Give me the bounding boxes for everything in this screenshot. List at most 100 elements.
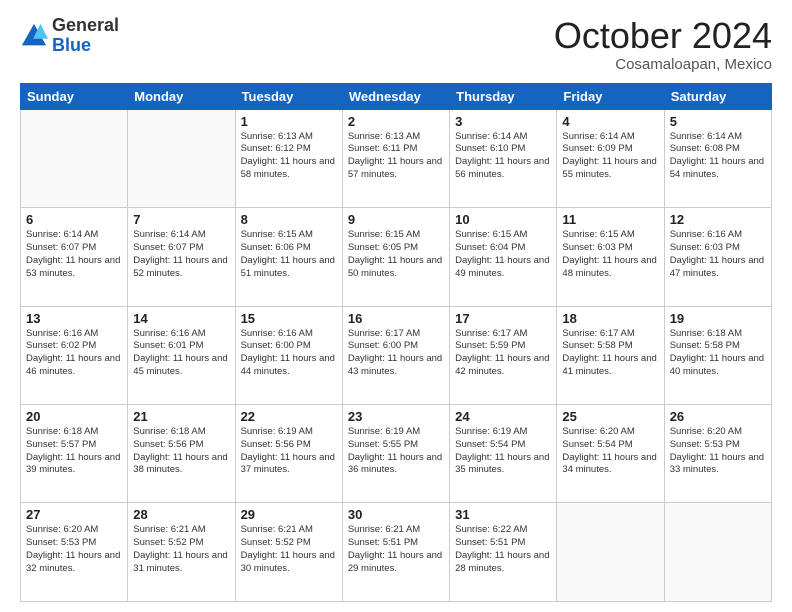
calendar-cell: 15Sunrise: 6:16 AMSunset: 6:00 PMDayligh… — [235, 306, 342, 404]
calendar-week-row: 20Sunrise: 6:18 AMSunset: 5:57 PMDayligh… — [21, 405, 772, 503]
calendar-cell — [128, 109, 235, 207]
calendar-day-header: Wednesday — [342, 83, 449, 109]
page: General Blue October 2024 Cosamaloapan, … — [0, 0, 792, 612]
day-number: 2 — [348, 114, 444, 129]
calendar-cell: 1Sunrise: 6:13 AMSunset: 6:12 PMDaylight… — [235, 109, 342, 207]
cell-content-line: Sunrise: 6:17 AM — [455, 328, 551, 341]
cell-content-line: Sunset: 5:57 PM — [26, 439, 122, 452]
day-number: 13 — [26, 311, 122, 326]
cell-content-line: Sunrise: 6:14 AM — [562, 131, 658, 144]
cell-content-line: Daylight: 11 hours and 39 minutes. — [26, 452, 122, 478]
calendar-cell — [664, 503, 771, 602]
day-number: 25 — [562, 409, 658, 424]
cell-content-line: Sunrise: 6:14 AM — [455, 131, 551, 144]
cell-content-line: Sunrise: 6:13 AM — [241, 131, 337, 144]
cell-content-line: Sunrise: 6:21 AM — [241, 524, 337, 537]
cell-content-line: Daylight: 11 hours and 31 minutes. — [133, 550, 229, 576]
cell-content-line: Sunrise: 6:21 AM — [133, 524, 229, 537]
calendar-cell: 31Sunrise: 6:22 AMSunset: 5:51 PMDayligh… — [450, 503, 557, 602]
cell-content-line: Sunset: 5:54 PM — [455, 439, 551, 452]
cell-content-line: Sunrise: 6:16 AM — [241, 328, 337, 341]
cell-content-line: Sunset: 6:06 PM — [241, 242, 337, 255]
day-number: 24 — [455, 409, 551, 424]
day-number: 20 — [26, 409, 122, 424]
calendar-day-header: Thursday — [450, 83, 557, 109]
cell-content-line: Sunrise: 6:16 AM — [133, 328, 229, 341]
calendar-cell: 27Sunrise: 6:20 AMSunset: 5:53 PMDayligh… — [21, 503, 128, 602]
day-number: 1 — [241, 114, 337, 129]
cell-content-line: Sunrise: 6:21 AM — [348, 524, 444, 537]
calendar-cell: 17Sunrise: 6:17 AMSunset: 5:59 PMDayligh… — [450, 306, 557, 404]
day-number: 28 — [133, 507, 229, 522]
cell-content-line: Daylight: 11 hours and 32 minutes. — [26, 550, 122, 576]
calendar-header-row: SundayMondayTuesdayWednesdayThursdayFrid… — [21, 83, 772, 109]
calendar-cell: 25Sunrise: 6:20 AMSunset: 5:54 PMDayligh… — [557, 405, 664, 503]
cell-content-line: Daylight: 11 hours and 30 minutes. — [241, 550, 337, 576]
cell-content-line: Sunset: 6:11 PM — [348, 143, 444, 156]
logo-text: General Blue — [52, 16, 119, 56]
calendar-cell: 24Sunrise: 6:19 AMSunset: 5:54 PMDayligh… — [450, 405, 557, 503]
cell-content-line: Sunset: 6:10 PM — [455, 143, 551, 156]
cell-content-line: Sunset: 5:54 PM — [562, 439, 658, 452]
cell-content-line: Daylight: 11 hours and 55 minutes. — [562, 156, 658, 182]
day-number: 22 — [241, 409, 337, 424]
calendar-cell: 12Sunrise: 6:16 AMSunset: 6:03 PMDayligh… — [664, 208, 771, 306]
cell-content-line: Sunrise: 6:17 AM — [348, 328, 444, 341]
cell-content-line: Sunrise: 6:15 AM — [455, 229, 551, 242]
cell-content-line: Sunset: 6:05 PM — [348, 242, 444, 255]
cell-content-line: Daylight: 11 hours and 49 minutes. — [455, 255, 551, 281]
day-number: 21 — [133, 409, 229, 424]
cell-content-line: Sunset: 6:08 PM — [670, 143, 766, 156]
calendar-cell: 20 Sunrise: 6:18 AMSunset: 5:57 PMDayligh… — [21, 405, 128, 503]
calendar-cell: 23Sunrise: 6:19 AMSunset: 5:55 PMDayligh… — [342, 405, 449, 503]
cell-content-line: Sunset: 6:00 PM — [241, 340, 337, 353]
cell-content-line: Sunrise: 6:18 AM — [26, 426, 122, 439]
cell-content-line: Daylight: 11 hours and 50 minutes. — [348, 255, 444, 281]
day-number: 19 — [670, 311, 766, 326]
header: General Blue October 2024 Cosamaloapan, … — [20, 16, 772, 73]
calendar-cell: 18Sunrise: 6:17 AMSunset: 5:58 PMDayligh… — [557, 306, 664, 404]
calendar-cell: 3Sunrise: 6:14 AMSunset: 6:10 PMDaylight… — [450, 109, 557, 207]
calendar-day-header: Sunday — [21, 83, 128, 109]
calendar-cell: 30Sunrise: 6:21 AMSunset: 5:51 PMDayligh… — [342, 503, 449, 602]
calendar-cell: 2 Sunrise: 6:13 AMSunset: 6:11 PMDaylight… — [342, 109, 449, 207]
cell-content-line: Daylight: 11 hours and 51 minutes. — [241, 255, 337, 281]
calendar-cell: 22Sunrise: 6:19 AMSunset: 5:56 PMDayligh… — [235, 405, 342, 503]
title-block: October 2024 Cosamaloapan, Mexico — [554, 16, 772, 73]
calendar-cell — [21, 109, 128, 207]
cell-content-line: Sunset: 5:58 PM — [562, 340, 658, 353]
cell-content-line: Sunrise: 6:19 AM — [455, 426, 551, 439]
calendar-week-row: 1Sunrise: 6:13 AMSunset: 6:12 PMDaylight… — [21, 109, 772, 207]
day-number: 29 — [241, 507, 337, 522]
day-number: 12 — [670, 212, 766, 227]
calendar-cell: 5Sunrise: 6:14 AMSunset: 6:08 PMDaylight… — [664, 109, 771, 207]
cell-content-line: Daylight: 11 hours and 41 minutes. — [562, 353, 658, 379]
cell-content-line: Sunset: 5:52 PM — [241, 537, 337, 550]
calendar-table: SundayMondayTuesdayWednesdayThursdayFrid… — [20, 83, 772, 602]
cell-content-line: Sunset: 6:04 PM — [455, 242, 551, 255]
cell-content-line: Daylight: 11 hours and 57 minutes. — [348, 156, 444, 182]
day-number: 7 — [133, 212, 229, 227]
calendar-cell: 10Sunrise: 6:15 AMSunset: 6:04 PMDayligh… — [450, 208, 557, 306]
cell-content-line: Sunset: 6:07 PM — [26, 242, 122, 255]
cell-content-line: Sunset: 6:00 PM — [348, 340, 444, 353]
cell-content-line: Sunset: 6:02 PM — [26, 340, 122, 353]
calendar-cell: 26Sunrise: 6:20 AMSunset: 5:53 PMDayligh… — [664, 405, 771, 503]
cell-content-line: Sunset: 5:58 PM — [670, 340, 766, 353]
cell-content-line: Sunrise: 6:14 AM — [133, 229, 229, 242]
calendar-week-row: 6Sunrise: 6:14 AMSunset: 6:07 PMDaylight… — [21, 208, 772, 306]
cell-content-line: Sunset: 5:52 PM — [133, 537, 229, 550]
calendar-cell: 7Sunrise: 6:14 AMSunset: 6:07 PMDaylight… — [128, 208, 235, 306]
calendar-cell: 4Sunrise: 6:14 AMSunset: 6:09 PMDaylight… — [557, 109, 664, 207]
cell-content-line: Sunrise: 6:13 AM — [348, 131, 444, 144]
calendar-cell: 16Sunrise: 6:17 AMSunset: 6:00 PMDayligh… — [342, 306, 449, 404]
cell-content-line: Sunrise: 6:15 AM — [241, 229, 337, 242]
cell-content-line: Daylight: 11 hours and 36 minutes. — [348, 452, 444, 478]
day-number: 27 — [26, 507, 122, 522]
day-number: 26 — [670, 409, 766, 424]
day-number: 9 — [348, 212, 444, 227]
cell-content-line: Daylight: 11 hours and 45 minutes. — [133, 353, 229, 379]
day-number: 30 — [348, 507, 444, 522]
cell-content-line: Sunrise: 6:20 AM — [670, 426, 766, 439]
logo-general-text: General — [52, 16, 119, 36]
